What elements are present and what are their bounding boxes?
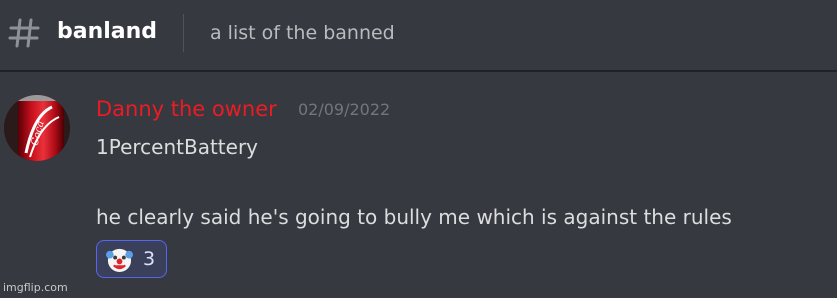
reaction-count: 3 (143, 248, 156, 270)
message-author[interactable]: Danny the owner (96, 94, 277, 124)
clown-face-icon (106, 248, 133, 273)
message-timestamp: 02/09/2022 (298, 100, 391, 119)
reaction-button[interactable]: 3 (96, 240, 167, 278)
message-text-line: he clearly said he's going to bully me w… (96, 205, 732, 229)
header-divider (183, 14, 184, 52)
user-avatar[interactable]: Coca (4, 95, 70, 161)
imgflip-watermark: imgflip.com (3, 281, 68, 294)
message-text-line: 1PercentBattery (96, 135, 259, 159)
channel-name: banland (57, 19, 158, 44)
hashtag-icon (8, 18, 40, 48)
coca-cola-can-icon: Coca (4, 95, 70, 161)
discord-channel-view: banland a list of the banned Coca Danny … (0, 0, 837, 298)
channel-header: banland a list of the banned (0, 0, 837, 72)
channel-topic: a list of the banned (210, 22, 395, 44)
